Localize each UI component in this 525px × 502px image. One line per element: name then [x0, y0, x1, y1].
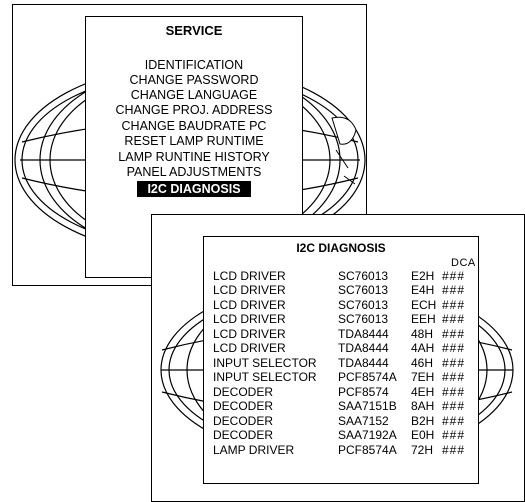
device-name: LCD DRIVER — [213, 341, 286, 355]
device-name: INPUT SELECTOR — [213, 370, 317, 384]
table-row: INPUT SELECTOR PCF8574A 7EH ### — [204, 370, 478, 384]
table-row: LCD DRIVER SC76013 E2H ### — [204, 269, 478, 283]
table-row: DECODER SAA7151B 8AH ### — [204, 399, 478, 413]
chip-name: SAA7192A — [338, 428, 397, 442]
dca-status: ### — [442, 341, 466, 355]
dca-status: ### — [442, 370, 466, 384]
chip-name: SC76013 — [338, 298, 389, 312]
device-name: INPUT SELECTOR — [213, 356, 317, 370]
table-row: LCD DRIVER SC76013 EEH ### — [204, 312, 478, 326]
table-row: DECODER PCF8574 4EH ### — [204, 385, 478, 399]
chip-name: SAA7151B — [338, 399, 397, 413]
i2c-diagnosis-title: I2C DIAGNOSIS — [296, 241, 386, 255]
table-row: LCD DRIVER TDA8444 4AH ### — [204, 341, 478, 355]
chip-address: E2H — [411, 269, 435, 283]
chip-address: 7EH — [411, 370, 435, 384]
dca-status: ### — [442, 399, 466, 413]
chip-name: SC76013 — [338, 312, 389, 326]
chip-name: SC76013 — [338, 283, 389, 297]
chip-address: 8AH — [411, 399, 435, 413]
chip-name: PCF8574 — [338, 385, 389, 399]
dca-status: ### — [442, 428, 466, 442]
chip-address: 48H — [411, 327, 434, 341]
table-row: INPUT SELECTOR TDA8444 46H ### — [204, 356, 478, 370]
device-name: DECODER — [213, 428, 274, 442]
dca-status: ### — [442, 385, 466, 399]
chip-name: TDA8444 — [338, 356, 389, 370]
device-name: DECODER — [213, 414, 274, 428]
dca-status: ### — [442, 269, 466, 283]
chip-name: PCF8574A — [338, 370, 397, 384]
dca-status: ### — [442, 356, 466, 370]
chip-name: PCF8574A — [338, 443, 397, 457]
chip-address: ECH — [411, 298, 437, 312]
dca-status: ### — [442, 312, 466, 326]
device-name: LAMP DRIVER — [213, 443, 295, 457]
table-row: LAMP DRIVER PCF8574A 72H ### — [204, 443, 478, 457]
table-row: DECODER SAA7152 B2H ### — [204, 414, 478, 428]
i2c-diagnosis-panel: I2C DIAGNOSIS DCA LCD DRIVER SC76013 E2H… — [203, 236, 479, 484]
device-name: LCD DRIVER — [213, 283, 286, 297]
device-name: LCD DRIVER — [213, 298, 286, 312]
chip-address: 72H — [411, 443, 434, 457]
dca-status: ### — [442, 298, 466, 312]
chip-name: SC76013 — [338, 269, 389, 283]
table-row: LCD DRIVER TDA8444 48H ### — [204, 327, 478, 341]
chip-name: SAA7152 — [338, 414, 389, 428]
dca-status: ### — [442, 443, 466, 457]
chip-name: TDA8444 — [338, 327, 389, 341]
table-row: LCD DRIVER SC76013 ECH ### — [204, 298, 478, 312]
dca-status: ### — [442, 283, 466, 297]
table-row: LCD DRIVER SC76013 E4H ### — [204, 283, 478, 297]
device-name: LCD DRIVER — [213, 327, 286, 341]
dca-status: ### — [442, 327, 466, 341]
device-name: LCD DRIVER — [213, 312, 286, 326]
table-row: DECODER SAA7192A E0H ### — [204, 428, 478, 442]
device-name: LCD DRIVER — [213, 269, 286, 283]
chip-address: B2H — [411, 414, 435, 428]
chip-address: 4AH — [411, 341, 435, 355]
chip-address: E4H — [411, 283, 435, 297]
device-name: DECODER — [213, 385, 274, 399]
device-name: DECODER — [213, 399, 274, 413]
chip-address: 46H — [411, 356, 434, 370]
chip-address: EEH — [411, 312, 436, 326]
dca-column-header: DCA — [451, 257, 476, 269]
dca-status: ### — [442, 414, 466, 428]
chip-address: E0H — [411, 428, 435, 442]
chip-name: TDA8444 — [338, 341, 389, 355]
chip-address: 4EH — [411, 385, 435, 399]
